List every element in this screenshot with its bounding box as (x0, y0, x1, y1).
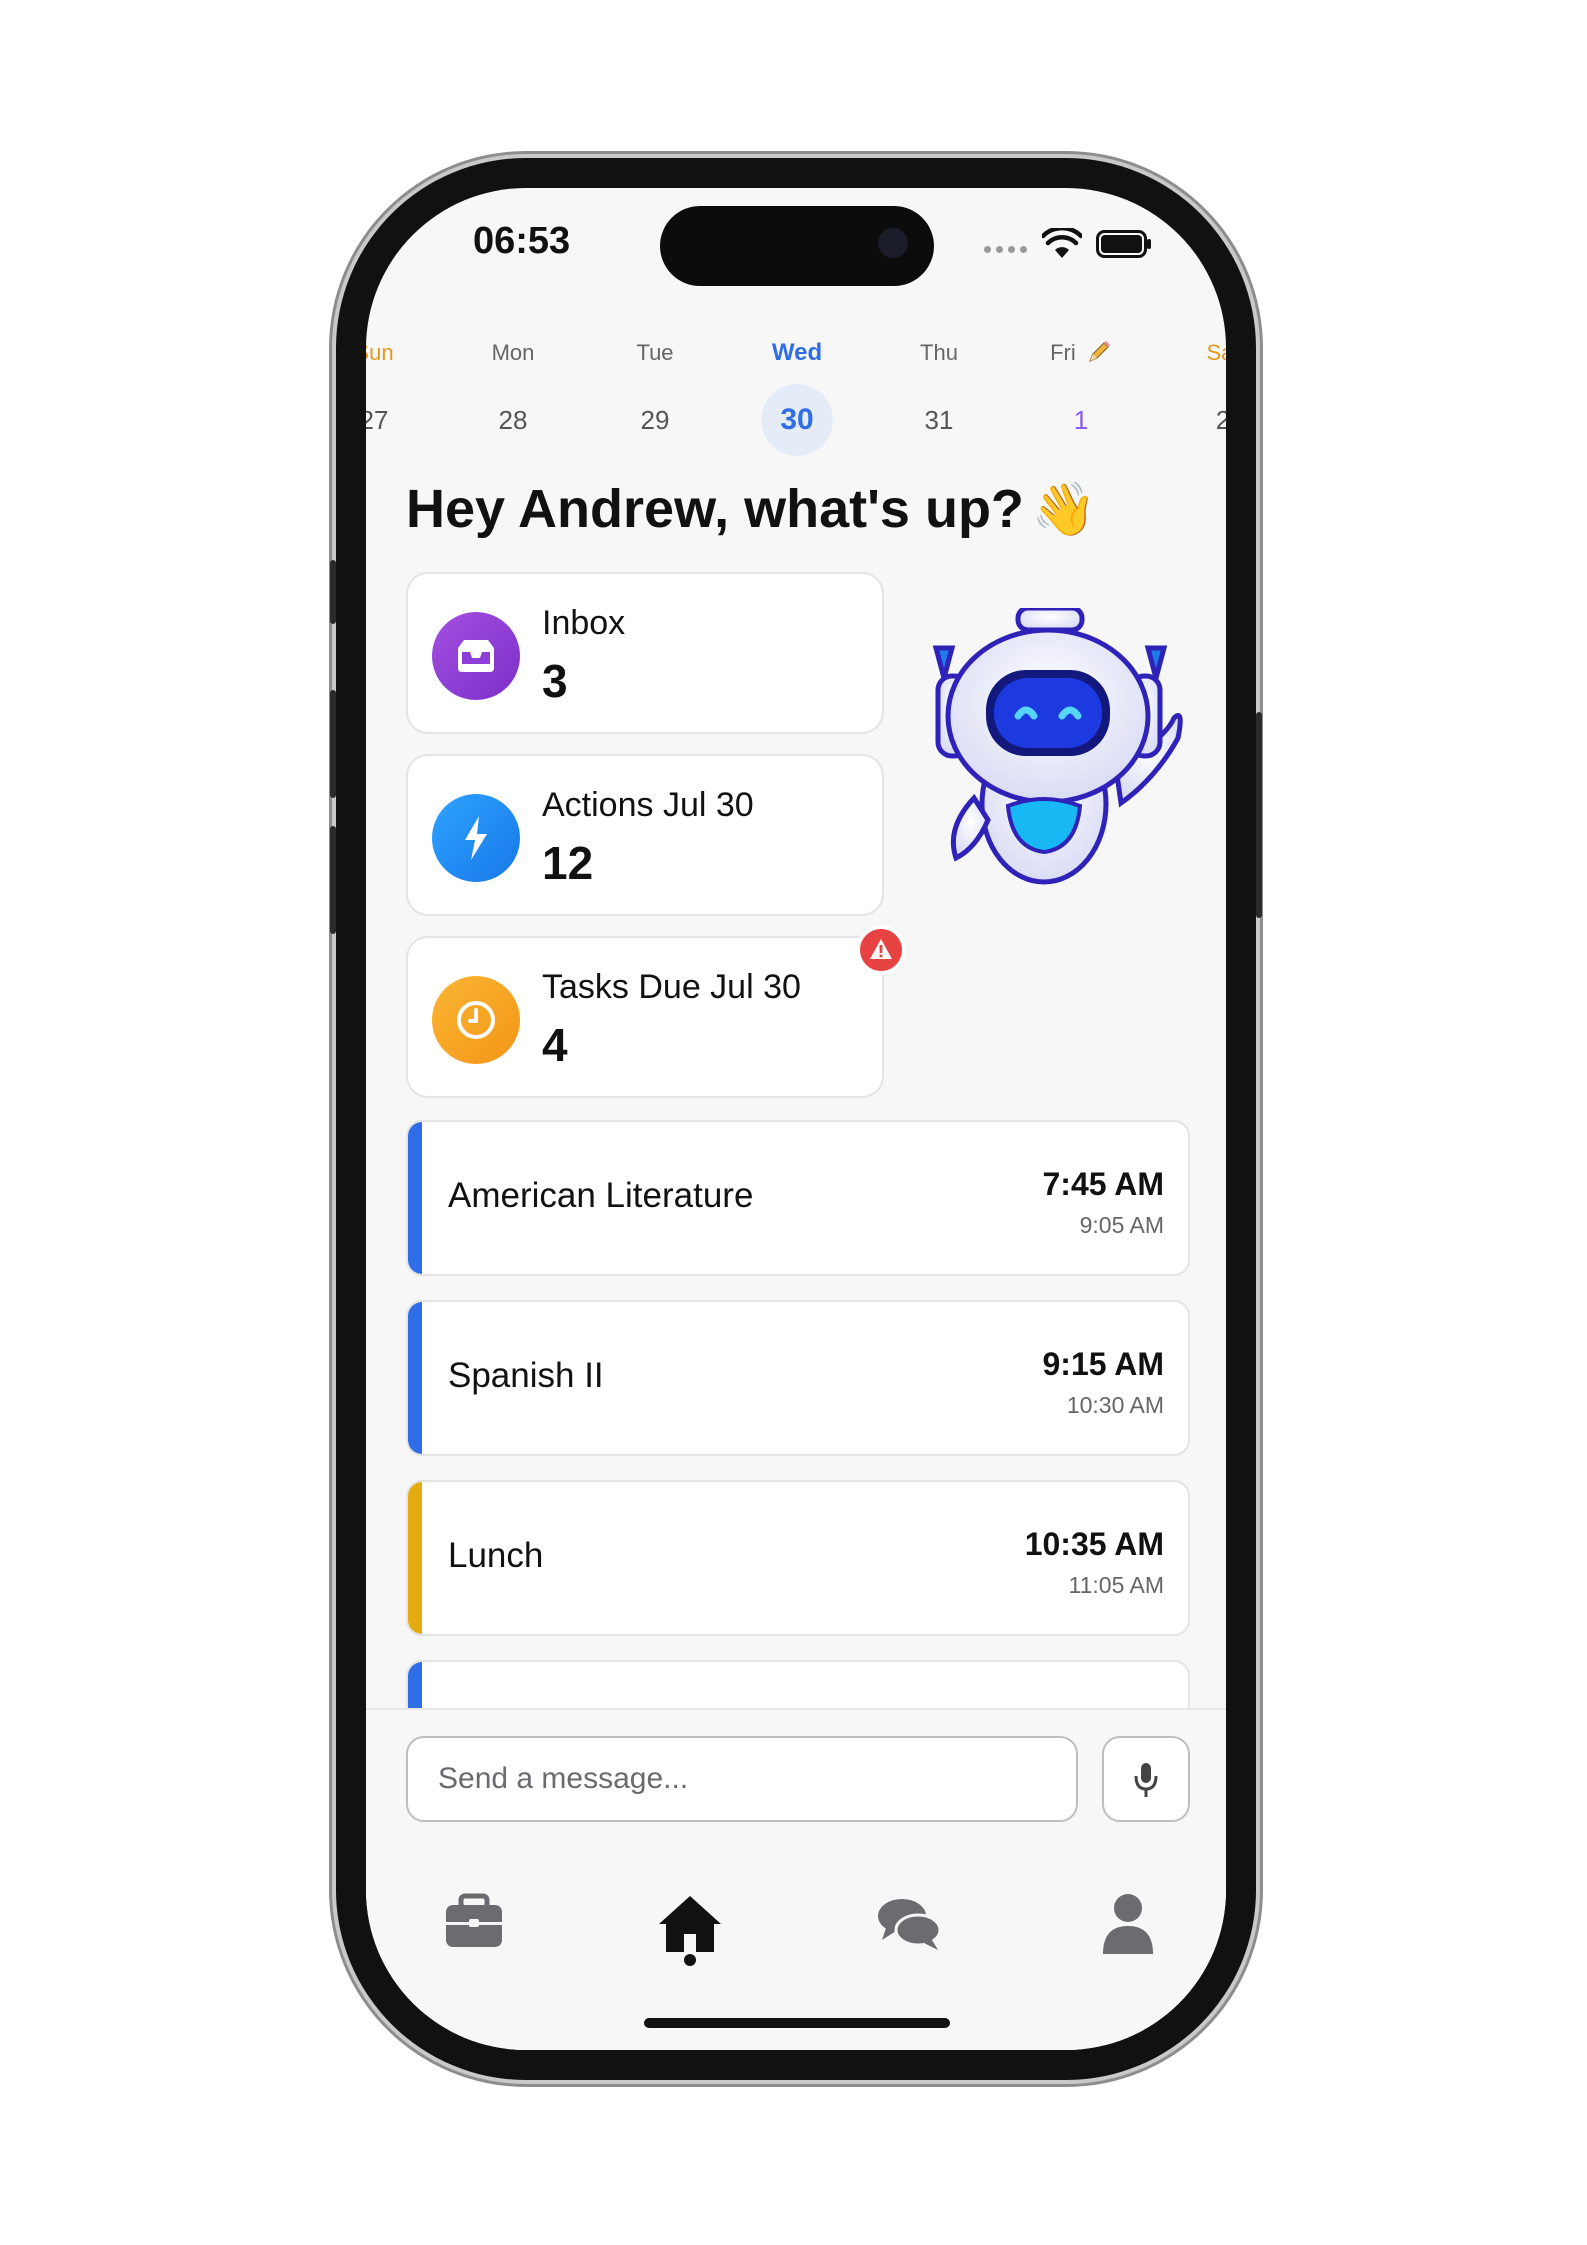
event-item-american-literature[interactable]: American Literature 7:45 AM 9:05 AM (406, 1120, 1190, 1276)
calendar-day-thu[interactable]: Thu 31 (889, 338, 989, 456)
calendar-day-wed[interactable]: Wed 30 (747, 338, 847, 456)
event-start-time: 10:35 AM (1024, 1526, 1164, 1562)
app-screen: 06:53 Sun 27 Mon 28 Tue 29 Wed 30 Thu 31 (366, 188, 1226, 2050)
actions-count: 12 (542, 837, 594, 889)
home-indicator (644, 2018, 950, 2028)
tasks-due-label: Tasks Due Jul 30 (542, 968, 801, 1006)
home-icon[interactable] (655, 1888, 725, 1958)
event-item-spanish[interactable]: Spanish II 9:15 AM 10:30 AM (406, 1300, 1190, 1456)
active-tab-indicator (684, 1954, 696, 1966)
event-start-time: 9:15 AM (1042, 1346, 1164, 1382)
greeting-heading: Hey Andrew, what's up? 👋 (406, 478, 1097, 540)
tasks-due-card[interactable]: Tasks Due Jul 30 4 (406, 936, 884, 1098)
briefcase-icon[interactable] (439, 1888, 509, 1958)
warning-icon (856, 925, 906, 975)
tasks-due-count: 4 (542, 1019, 568, 1071)
event-title: American Literature (448, 1176, 754, 1215)
wifi-icon (1042, 228, 1082, 258)
calendar-day-mon[interactable]: Mon 28 (463, 338, 563, 456)
event-start-time: 7:45 AM (1042, 1166, 1164, 1202)
inbox-icon (432, 612, 520, 700)
clock-icon (432, 976, 520, 1064)
event-color-bar (408, 1302, 422, 1454)
actions-card[interactable]: Actions Jul 30 12 (406, 754, 884, 916)
event-color-bar (408, 1482, 422, 1634)
waving-hand-icon: 👋 (1031, 481, 1097, 539)
actions-label: Actions Jul 30 (542, 786, 754, 824)
calendar-day-fri[interactable]: Fri 1 (1031, 338, 1131, 456)
signal-icon (984, 246, 1027, 253)
robot-mascot (932, 608, 1183, 885)
inbox-card[interactable]: Inbox 3 (406, 572, 884, 734)
inbox-count: 3 (542, 655, 568, 707)
event-end-time: 9:05 AM (1079, 1212, 1164, 1238)
event-item-lunch[interactable]: Lunch 10:35 AM 11:05 AM (406, 1480, 1190, 1636)
message-composer (366, 1708, 1226, 1846)
calendar-day-tue[interactable]: Tue 29 (605, 338, 705, 456)
front-camera (878, 228, 908, 258)
silent-switch (330, 560, 336, 624)
event-title: Spanish II (448, 1356, 604, 1395)
greeting-text: Hey Andrew, what's up? (406, 479, 1024, 539)
profile-icon[interactable] (1093, 1888, 1163, 1958)
message-input[interactable] (406, 1736, 1078, 1822)
volume-up-button (330, 690, 336, 798)
volume-down-button (330, 826, 336, 934)
power-button (1256, 712, 1262, 918)
week-calendar: Sun 27 Mon 28 Tue 29 Wed 30 Thu 31 Fri (366, 338, 1226, 456)
lightning-icon (432, 794, 520, 882)
event-end-time: 11:05 AM (1068, 1572, 1164, 1598)
calendar-day-sun[interactable]: Sun 27 (366, 338, 424, 456)
calendar-day-sat[interactable]: Sat 2 (1173, 338, 1226, 456)
event-color-bar (408, 1122, 422, 1274)
status-time: 06:53 (473, 220, 571, 262)
mic-button[interactable] (1102, 1736, 1190, 1822)
pencil-icon (1088, 341, 1110, 363)
chat-icon[interactable] (874, 1888, 944, 1958)
microphone-icon (1134, 1763, 1158, 1797)
event-end-time: 10:30 AM (1066, 1392, 1164, 1418)
event-title: Lunch (448, 1536, 544, 1575)
inbox-label: Inbox (542, 604, 626, 642)
battery-icon (1096, 230, 1151, 258)
